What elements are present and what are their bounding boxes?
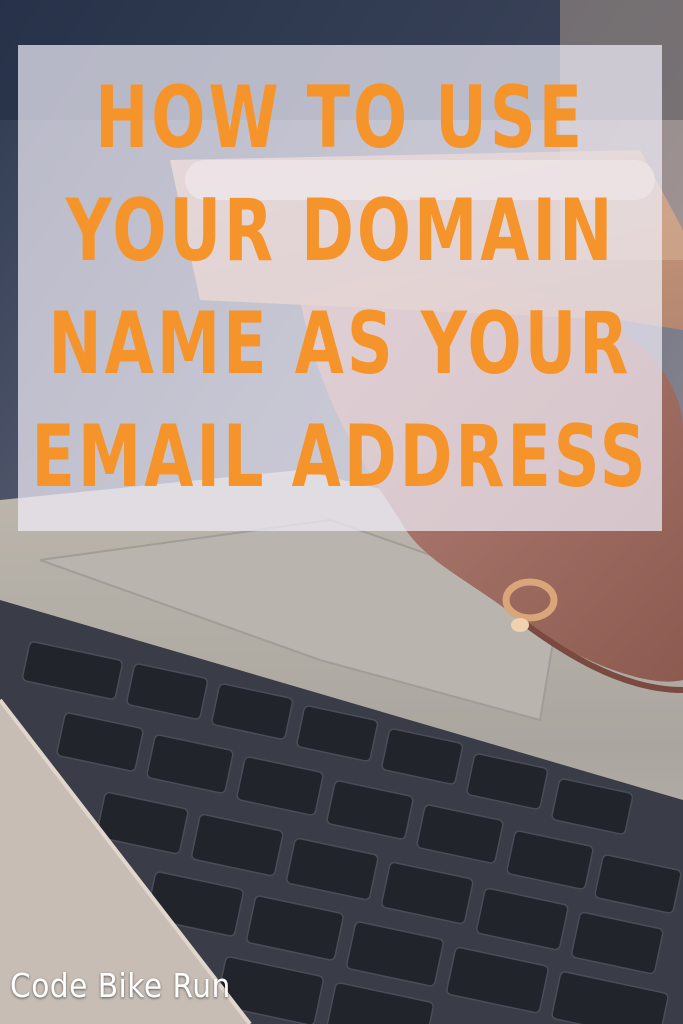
site-watermark: Code Bike Run	[10, 966, 231, 1005]
headline-line-1: HOW TO USE	[95, 68, 585, 168]
headline-line-3: NAME AS YOUR	[48, 294, 632, 394]
headline-line-4: EMAIL ADDRESS	[31, 407, 649, 507]
headline: HOW TO USE YOUR DOMAIN NAME AS YOUR EMAI…	[18, 45, 662, 531]
headline-line-2: YOUR DOMAIN	[65, 181, 615, 281]
